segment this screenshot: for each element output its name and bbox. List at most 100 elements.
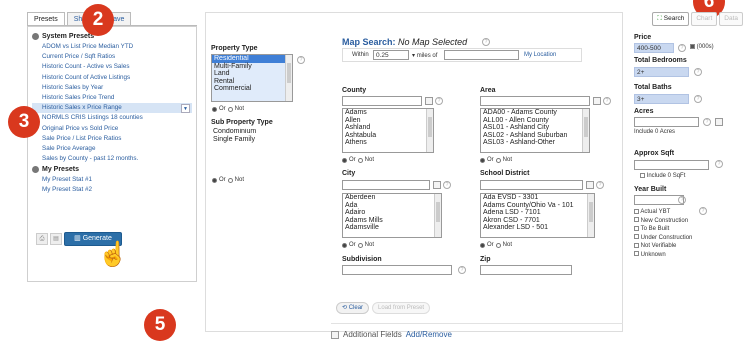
preset-item-selected[interactable]: Historic Sales x Price Range ▼ — [32, 103, 192, 114]
scrollbar[interactable] — [587, 194, 594, 237]
city-search-input[interactable] — [342, 180, 430, 190]
preset-item[interactable]: Sale Price / List Price Ratios — [32, 134, 192, 144]
preset-item[interactable]: Historic Count of Active Listings — [32, 73, 192, 83]
sqft-input[interactable] — [634, 160, 709, 170]
scrollbar[interactable] — [434, 194, 441, 237]
help-icon[interactable]: ? — [458, 266, 466, 274]
group-my-presets[interactable]: My Presets — [32, 166, 192, 174]
year-built-option[interactable]: New Construction — [634, 217, 696, 226]
scrollbar[interactable] — [285, 55, 292, 101]
acres-input[interactable] — [634, 117, 699, 127]
list-icon[interactable] — [586, 181, 594, 189]
year-built-option[interactable]: Under Construction — [634, 234, 696, 243]
expand-icon[interactable] — [331, 330, 339, 339]
help-icon[interactable]: ? — [603, 97, 611, 105]
help-icon[interactable]: ? — [715, 160, 723, 168]
list-icon[interactable] — [593, 97, 601, 105]
year-built-option[interactable]: Not Verifiable — [634, 242, 696, 251]
price-unit-checkbox[interactable]: (000s) — [690, 44, 714, 50]
or-not-toggle[interactable]: Or Not — [480, 242, 512, 248]
list-icon[interactable] — [433, 181, 441, 189]
preset-item[interactable]: NORMLS CRIS Listings 18 counties — [32, 113, 192, 123]
baths-input[interactable]: 3+ — [634, 94, 689, 104]
city-select[interactable]: Aberdeen Ada Adairo Adams Mills Adamsvil… — [342, 193, 442, 238]
tab-presets[interactable]: Presets — [27, 12, 65, 25]
subdivision-input[interactable] — [342, 265, 452, 275]
preset-item[interactable]: Historic Count - Active vs Sales — [32, 62, 192, 72]
area-search-input[interactable] — [480, 96, 590, 106]
callout-marker: 2 — [82, 4, 114, 36]
include-zero-sqft[interactable]: Include 0 SqFt — [640, 173, 685, 179]
additional-fields-bar: Additional Fields Add/Remove — [331, 330, 452, 339]
help-icon[interactable]: ? — [694, 95, 702, 103]
help-icon[interactable]: ? — [297, 56, 305, 64]
school-district-label: School District — [480, 170, 530, 177]
school-district-select[interactable]: Ada EVSD - 3301 Adams County/Ohio Va - 1… — [480, 193, 595, 238]
year-built-options: Actual YBT New Construction To Be Built … — [634, 208, 696, 259]
help-icon[interactable]: ? — [699, 207, 707, 215]
year-built-input[interactable] — [634, 195, 684, 205]
preset-item[interactable]: Sale Price Average — [32, 144, 192, 154]
subdivision-label: Subdivision — [342, 256, 382, 263]
county-search-input[interactable] — [342, 96, 422, 106]
school-district-search-input[interactable] — [480, 180, 583, 190]
print-icon[interactable]: ⎙ — [36, 233, 48, 245]
tab-chart[interactable]: Chart — [691, 12, 718, 26]
within-distance-input[interactable]: 0.25 — [373, 50, 409, 60]
include-zero-acres[interactable]: Include 0 Acres — [634, 129, 675, 135]
load-from-preset-button[interactable]: Load from Preset — [372, 302, 431, 314]
chevron-down-icon[interactable]: ▼ — [181, 103, 190, 113]
price-input[interactable]: 400-500 — [634, 43, 674, 53]
preset-item[interactable]: My Preset Stat #1 — [32, 175, 192, 185]
help-icon[interactable]: ? — [596, 181, 604, 189]
help-icon[interactable]: ? — [678, 196, 686, 204]
preset-item[interactable]: Original Price vs Sold Price — [32, 124, 192, 134]
zip-input[interactable] — [480, 265, 572, 275]
tab-search[interactable]: ⛶ Search — [652, 12, 690, 26]
hand-cursor-icon: ☝ — [98, 241, 128, 268]
list-icon[interactable] — [425, 97, 433, 105]
help-icon[interactable]: ? — [482, 38, 490, 46]
preset-item[interactable]: ADOM vs List Price Median YTD — [32, 42, 192, 52]
help-icon[interactable]: ? — [435, 97, 443, 105]
preset-item[interactable]: Sales by County - past 12 months. — [32, 154, 192, 164]
acres-label: Acres — [634, 108, 654, 115]
help-icon[interactable]: ? — [694, 68, 702, 76]
or-not-toggle[interactable]: Or Not — [480, 157, 512, 163]
bedrooms-input[interactable]: 2+ — [634, 67, 689, 77]
year-built-option[interactable]: Actual YBT — [634, 208, 696, 217]
preset-item[interactable]: Historic Sales by Year — [32, 83, 192, 93]
area-select[interactable]: ADA00 - Adams County ALL00 - Allen Count… — [480, 108, 590, 153]
callout-marker: 5 — [144, 309, 176, 341]
scrollbar[interactable] — [582, 109, 589, 152]
help-icon[interactable]: ? — [443, 181, 451, 189]
or-not-toggle[interactable]: Or Not — [212, 177, 244, 183]
or-not-toggle[interactable]: Or Not — [342, 157, 374, 163]
preset-item[interactable]: My Preset Stat #2 — [32, 185, 192, 195]
year-built-option[interactable]: Unknown — [634, 251, 696, 260]
group-system-presets[interactable]: System Presets — [32, 33, 192, 40]
scrollbar[interactable] — [426, 109, 433, 152]
add-remove-link[interactable]: Add/Remove — [406, 330, 452, 339]
help-icon[interactable]: ? — [678, 44, 686, 52]
location-input[interactable] — [444, 50, 519, 60]
preset-item[interactable]: Historic Sales Price Trend — [32, 93, 192, 103]
or-not-toggle[interactable]: Or Not — [342, 242, 374, 248]
property-type-select[interactable]: Residential Multi-Family Land Rental Com… — [211, 54, 293, 102]
sub-property-type-select[interactable]: Condominium Single Family — [211, 128, 293, 168]
collapse-icon — [32, 33, 39, 40]
miles-of-label: ▾ miles of — [412, 53, 438, 59]
help-icon[interactable]: ? — [703, 118, 711, 126]
tab-data[interactable]: Data — [719, 12, 743, 26]
city-label: City — [342, 170, 356, 177]
county-select[interactable]: Adams Allen Ashland Ashtabula Athens — [342, 108, 434, 153]
preset-item[interactable]: Current Price / Sqft Ratios — [32, 52, 192, 62]
zip-label: Zip — [480, 256, 491, 263]
my-location-link[interactable]: My Location — [524, 52, 556, 58]
calculator-icon[interactable] — [715, 118, 723, 126]
or-not-toggle[interactable]: Or Not — [212, 106, 244, 112]
search-icon: ⛶ — [657, 15, 662, 22]
export-icon[interactable]: ▤ — [50, 233, 62, 245]
year-built-option[interactable]: To Be Built — [634, 225, 696, 234]
clear-button[interactable]: ⟲ Clear — [336, 302, 370, 314]
